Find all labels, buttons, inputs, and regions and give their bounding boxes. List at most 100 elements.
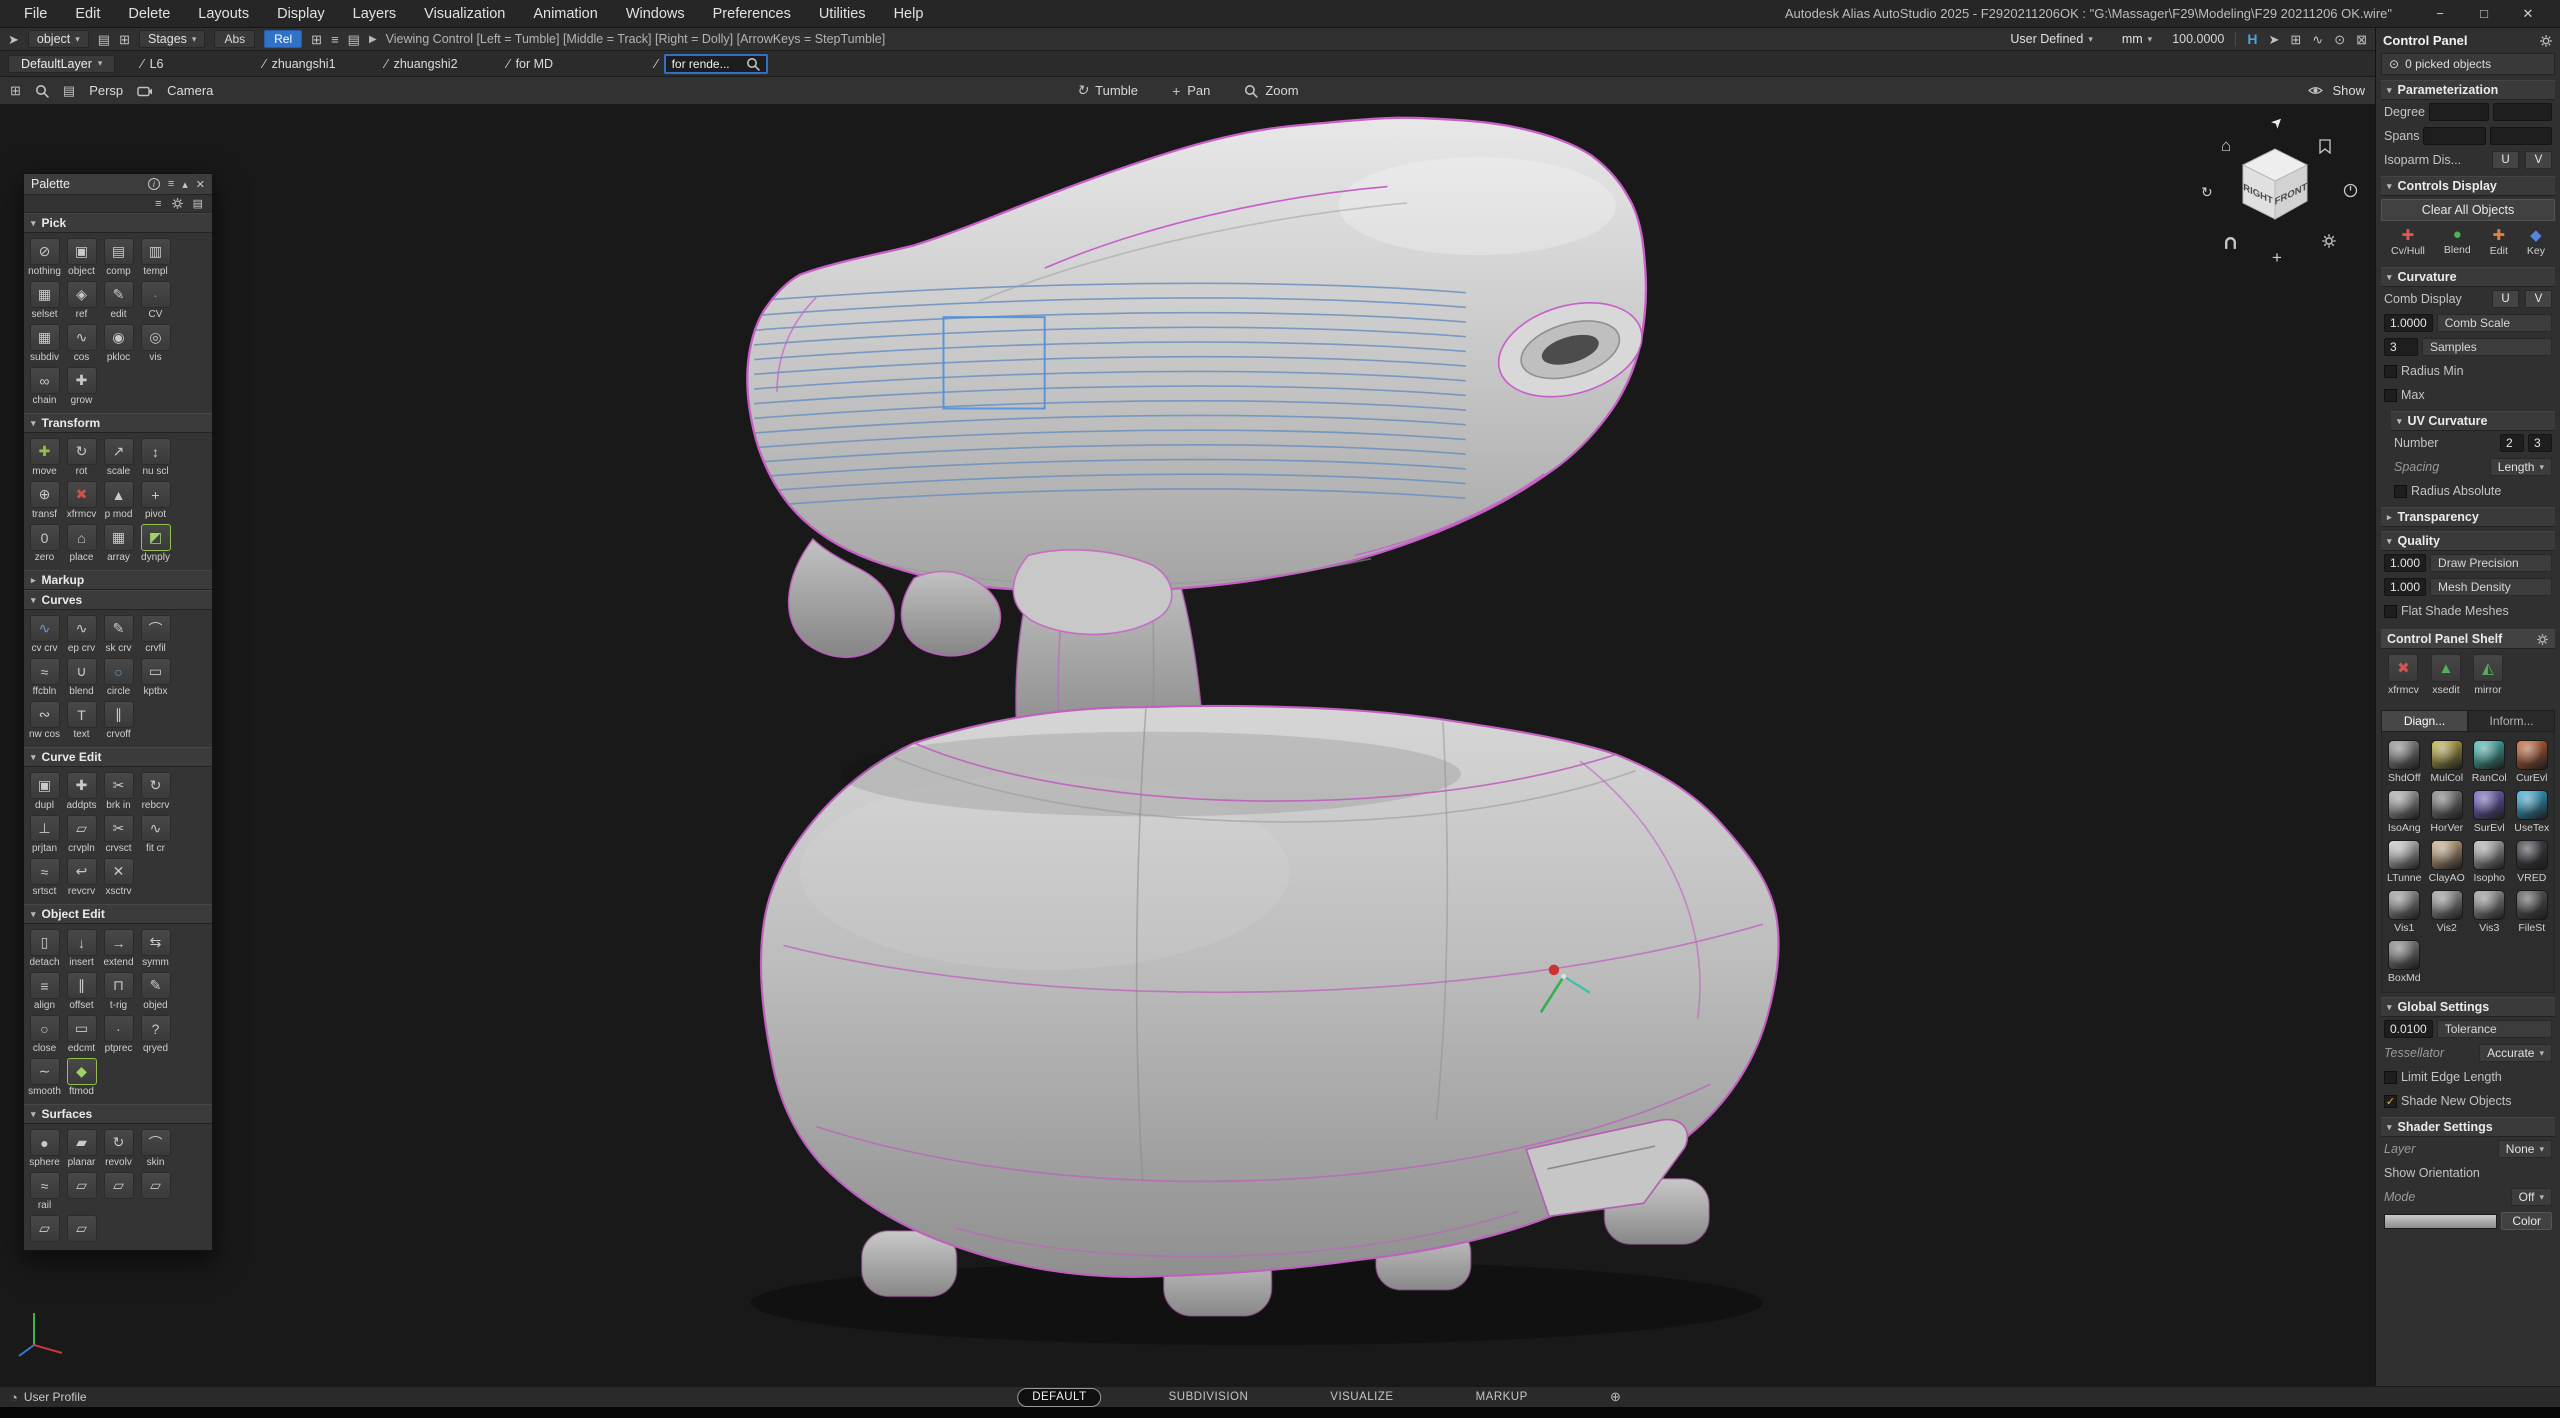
minimize-button[interactable]: − bbox=[2418, 0, 2462, 28]
zoom-window-icon[interactable] bbox=[35, 84, 49, 98]
palette-tool[interactable]: ↗ scale bbox=[100, 438, 137, 477]
palette-tool[interactable]: ◉ pkloc bbox=[100, 324, 137, 363]
palette-tool[interactable]: ↓ insert bbox=[63, 929, 100, 968]
menu-item[interactable]: Preferences bbox=[699, 0, 805, 28]
palette-tool[interactable]: ⇆ symm bbox=[137, 929, 174, 968]
viewport-3d[interactable]: ➤ ⌂ ↻ RIGHT FRONT + bbox=[0, 105, 2375, 1386]
palette-tool[interactable]: ✂ brk in bbox=[100, 772, 137, 811]
transparency-header[interactable]: ▸ Transparency bbox=[2381, 507, 2555, 527]
view-cube[interactable]: RIGHT FRONT bbox=[2227, 137, 2323, 225]
draw-precision-field[interactable]: 1.000 bbox=[2384, 554, 2426, 572]
magnet-icon[interactable] bbox=[2223, 235, 2238, 250]
expand-hint-icon[interactable]: ▶ bbox=[369, 34, 377, 45]
palette-tool[interactable]: ✕ xsctrv bbox=[100, 858, 137, 897]
gear-icon[interactable] bbox=[2536, 633, 2549, 646]
display-toggle[interactable]: ✚ Cv/Hull bbox=[2391, 226, 2425, 257]
comb-scale-field[interactable]: 1.0000 bbox=[2384, 314, 2433, 332]
grid-toggle-icon[interactable]: ⊞ bbox=[311, 33, 322, 46]
user-profile[interactable]: ◔ User Profile bbox=[10, 1390, 87, 1405]
info-icon[interactable]: i bbox=[148, 178, 160, 190]
palette-tool[interactable]: ≈ ffcbln bbox=[26, 658, 63, 697]
palette-tool[interactable]: ≈ srtsct bbox=[26, 858, 63, 897]
palette-tool[interactable]: ✎ edit bbox=[100, 281, 137, 320]
palette-tool[interactable]: ✖ xfrmcv bbox=[63, 481, 100, 520]
default-layer-button[interactable]: DefaultLayer ▾ bbox=[8, 55, 115, 73]
palette-tool[interactable]: ▱ bbox=[137, 1172, 174, 1211]
curve-snap-icon[interactable]: ∿ bbox=[2312, 33, 2323, 46]
zoom-button[interactable]: Zoom bbox=[1244, 83, 1298, 98]
shader-preset[interactable]: Vis2 bbox=[2427, 890, 2468, 934]
palette-tool[interactable]: ▣ dupl bbox=[26, 772, 63, 811]
palette-tool[interactable]: ✂ crvsct bbox=[100, 815, 137, 854]
degree-v-field[interactable] bbox=[2493, 103, 2553, 121]
view-name-label[interactable]: Persp bbox=[89, 83, 123, 98]
palette-tool[interactable]: ◎ vis bbox=[137, 324, 174, 363]
shelf-tool[interactable]: ✖ xfrmcv bbox=[2388, 654, 2419, 696]
palette-tool[interactable]: ▤ comp bbox=[100, 238, 137, 277]
layer-tab[interactable]: ∕ zhuangshi2 bbox=[385, 56, 507, 71]
control-panel-shelf-header[interactable]: Control Panel Shelf bbox=[2381, 629, 2555, 649]
global-settings-header[interactable]: ▾ Global Settings bbox=[2381, 997, 2555, 1017]
eye-icon[interactable] bbox=[2307, 84, 2324, 97]
orbit-icon[interactable]: ↻ bbox=[2201, 185, 2213, 199]
comb-scale-slider[interactable]: Comb Scale bbox=[2437, 314, 2552, 332]
limit-edge-checkbox[interactable] bbox=[2384, 1071, 2397, 1084]
palette-tool[interactable]: ▰ planar bbox=[63, 1129, 100, 1168]
palette-tool[interactable]: ▭ kptbx bbox=[137, 658, 174, 697]
draw-precision-slider[interactable]: Draw Precision bbox=[2430, 554, 2552, 572]
gear-icon[interactable] bbox=[171, 197, 184, 210]
window-layout-icon[interactable]: ⊞ bbox=[10, 84, 21, 97]
camera-icon[interactable] bbox=[137, 85, 153, 97]
hotkey-badge[interactable]: H bbox=[2247, 31, 2257, 47]
palette-section-header[interactable]: ▾ Curve Edit bbox=[24, 747, 212, 767]
palette-tool[interactable]: ▦ array bbox=[100, 524, 137, 563]
palette-tool[interactable]: ✎ sk crv bbox=[100, 615, 137, 654]
palette-tool[interactable]: 0 zero bbox=[26, 524, 63, 563]
palette-tool[interactable]: ▲ p mod bbox=[100, 481, 137, 520]
menu-item[interactable]: Windows bbox=[612, 0, 699, 28]
shade-new-checkbox[interactable]: ✓ bbox=[2384, 1095, 2397, 1108]
add-view-icon[interactable]: + bbox=[2272, 249, 2282, 266]
layer-tab[interactable]: ∕ zhuangshi1 bbox=[263, 56, 385, 71]
object-mode-dropdown[interactable]: object ▾ bbox=[28, 30, 89, 48]
degree-u-field[interactable] bbox=[2429, 103, 2489, 121]
camera-label[interactable]: Camera bbox=[167, 83, 213, 98]
shader-preset[interactable]: Isopho bbox=[2469, 840, 2510, 884]
close-icon[interactable]: ✕ bbox=[196, 178, 205, 191]
menu-item[interactable]: Delete bbox=[114, 0, 184, 28]
stages-dropdown[interactable]: Stages ▾ bbox=[139, 30, 205, 48]
maximize-button[interactable]: □ bbox=[2462, 0, 2506, 28]
comb-v-button[interactable]: V bbox=[2525, 290, 2552, 308]
shader-preset[interactable]: SurEvl bbox=[2469, 790, 2510, 834]
palette-tool[interactable]: ? qryed bbox=[137, 1015, 174, 1054]
workspace-mode-button[interactable]: VISUALIZE bbox=[1315, 1388, 1408, 1407]
layer-dropdown[interactable]: None ▾ bbox=[2498, 1140, 2552, 1158]
palette-tool[interactable]: ✎ objed bbox=[137, 972, 174, 1011]
shader-preset[interactable]: FileSt bbox=[2512, 890, 2553, 934]
units-dropdown[interactable]: mm ▾ bbox=[2113, 30, 2161, 48]
workspace-mode-button[interactable]: SUBDIVISION bbox=[1154, 1388, 1264, 1407]
color-swatch[interactable] bbox=[2384, 1214, 2497, 1229]
palette-tool[interactable]: ⌒ crvfil bbox=[137, 615, 174, 654]
menu-item[interactable]: Layouts bbox=[184, 0, 263, 28]
close-button[interactable]: ✕ bbox=[2506, 0, 2550, 28]
palette-tool[interactable]: ▱ bbox=[100, 1172, 137, 1211]
shader-preset[interactable]: Vis1 bbox=[2384, 890, 2425, 934]
palette-tool[interactable]: ⌂ place bbox=[63, 524, 100, 563]
palette-tool[interactable]: ▱ bbox=[63, 1215, 100, 1243]
point-snap-icon[interactable]: ⊙ bbox=[2334, 33, 2345, 46]
layers-view-icon[interactable]: ▤ bbox=[348, 33, 360, 46]
shader-preset[interactable]: HorVer bbox=[2427, 790, 2468, 834]
units-preset-dropdown[interactable]: User Defined ▾ bbox=[2001, 30, 2101, 48]
palette-tool[interactable]: ↻ revolv bbox=[100, 1129, 137, 1168]
palette-window[interactable]: Palette i ≡ ▴ ✕ ≡ ▤ ▾ Pick bbox=[23, 173, 213, 1251]
flat-shade-checkbox[interactable] bbox=[2384, 605, 2397, 618]
palette-tool[interactable]: ∿ cos bbox=[63, 324, 100, 363]
palette-tool[interactable]: ◩ dynply bbox=[137, 524, 174, 563]
stage-list-icon[interactable]: ▤ bbox=[98, 33, 110, 46]
uv-curvature-header[interactable]: ▾ UV Curvature bbox=[2391, 411, 2555, 431]
quality-header[interactable]: ▾ Quality bbox=[2381, 531, 2555, 551]
palette-tool[interactable]: ▱ bbox=[63, 1172, 100, 1211]
palette-tool[interactable]: ○ close bbox=[26, 1015, 63, 1054]
palette-tool[interactable]: ≈ rail bbox=[26, 1172, 63, 1211]
